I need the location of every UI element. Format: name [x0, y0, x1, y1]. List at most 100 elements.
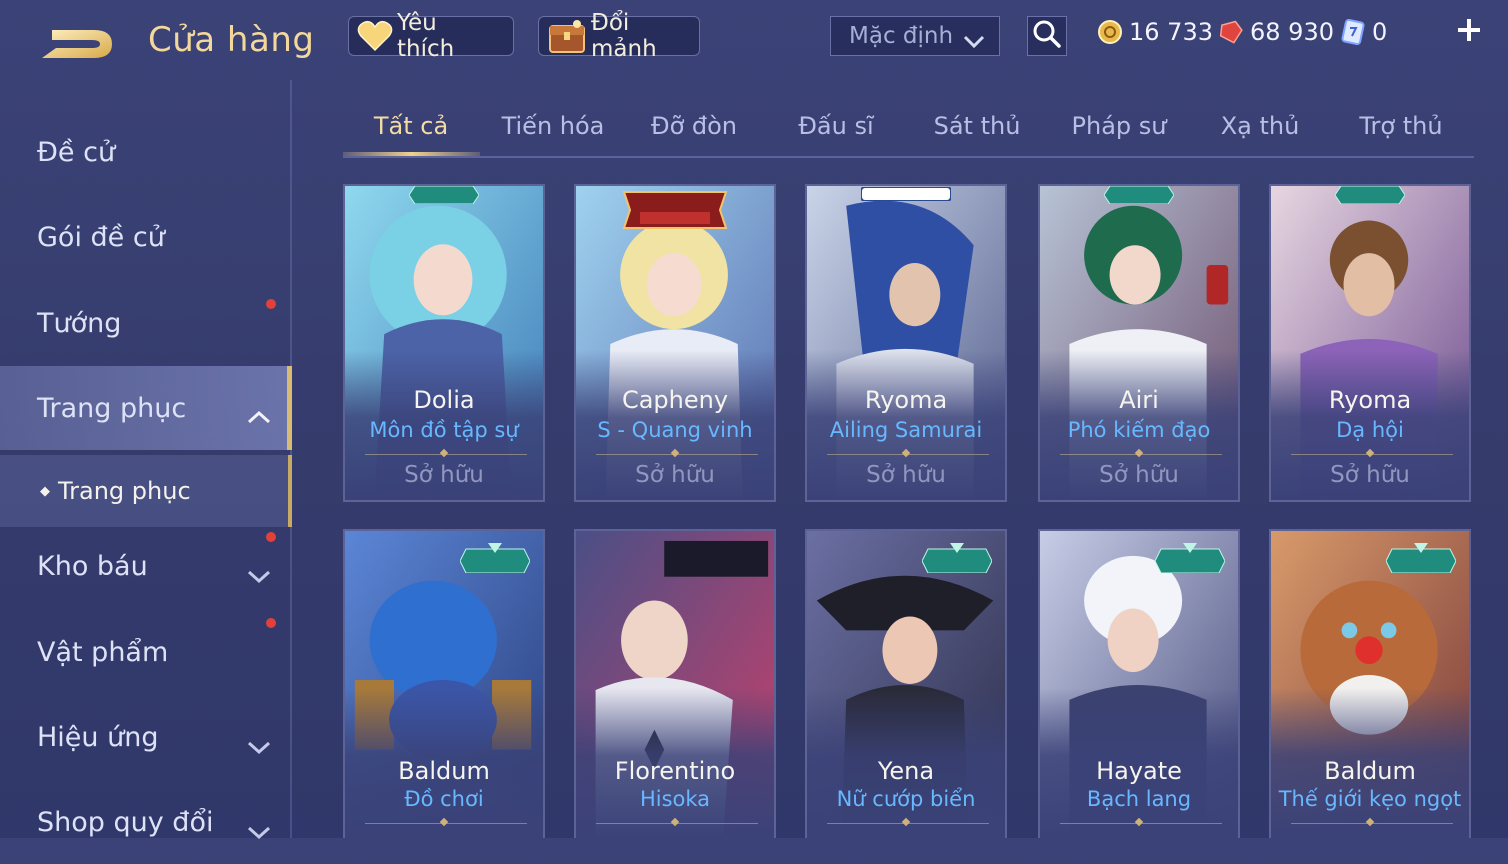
- tab-evolution[interactable]: Tiến hóa: [483, 112, 623, 140]
- active-tab-indicator: [343, 152, 480, 156]
- limited-badge: [1154, 543, 1226, 577]
- sidebar-item-label: Gói đề cử: [37, 221, 165, 253]
- sidebar: Đề cử Gói đề cử Tướng Trang phục ◆ Trang…: [0, 100, 292, 840]
- hero-name: Hayate: [1096, 757, 1182, 785]
- ticket-currency: 0: [1340, 18, 1387, 46]
- ticket-amount: 0: [1372, 18, 1388, 46]
- card-separator: [365, 823, 527, 824]
- skin-card[interactable]: Baldum Đồ chơi: [343, 529, 545, 838]
- plus-icon: [1455, 12, 1483, 53]
- notification-dot: [266, 532, 276, 542]
- exchange-shards-button[interactable]: Đổi mảnh: [538, 10, 700, 62]
- sidebar-item-heroes[interactable]: Tướng: [0, 281, 292, 365]
- card-separator: [827, 454, 989, 455]
- favorite-button[interactable]: Yêu thích: [348, 10, 514, 62]
- skin-name: Bạch lang: [1086, 787, 1192, 811]
- snk-badge: [860, 186, 952, 205]
- sidebar-subitem-skins[interactable]: ◆ Trang phục: [0, 455, 292, 527]
- card-separator: [1060, 454, 1222, 455]
- ticket-icon: [1340, 19, 1366, 45]
- card-separator: [365, 454, 527, 455]
- notification-dot: [266, 618, 276, 628]
- owned-status: Sở hữu: [635, 462, 715, 488]
- sidebar-item-label: Trang phục: [37, 392, 187, 424]
- gold-amount: 16 733: [1129, 18, 1213, 46]
- add-currency-button[interactable]: [1452, 16, 1486, 50]
- hero-name: Ryoma: [864, 386, 948, 414]
- skin-name: Thế giới kẹo ngọt: [1278, 787, 1462, 811]
- chevron-up-icon: [247, 400, 271, 431]
- diamond-bullet-icon: ◆: [40, 483, 50, 499]
- search-icon: [1032, 19, 1062, 53]
- chevron-down-icon: [247, 816, 271, 847]
- sidebar-item-label: Kho báu: [37, 550, 148, 582]
- skin-card[interactable]: Yena Nữ cướp biển: [805, 529, 1007, 838]
- sidebar-item-skins[interactable]: Trang phục: [0, 366, 292, 450]
- red-gem-icon: [1218, 19, 1244, 45]
- hero-name: Dolia: [413, 386, 475, 414]
- skin-name: Hisoka: [639, 787, 711, 811]
- hero-name: Ryoma: [1328, 386, 1412, 414]
- card-separator: [1291, 823, 1453, 824]
- sidebar-item-effects[interactable]: Hiệu ứng: [0, 695, 292, 779]
- skin-card[interactable]: Baldum Thế giới kẹo ngọt: [1269, 529, 1471, 838]
- owned-status: Sở hữu: [404, 462, 484, 488]
- sidebar-item-label: Shop quy đổi: [37, 806, 214, 838]
- card-separator: [827, 823, 989, 824]
- skin-card[interactable]: Capheny S - Quang vinh Sở hữu: [574, 184, 776, 502]
- chevron-down-icon: [247, 560, 271, 591]
- top-bar: Cửa hàng Yêu thích Đổi mảnh Mặc định 16 …: [0, 0, 1508, 80]
- role-tabs: Tất cả Tiến hóa Đỡ đòn Đấu sĩ Sát thủ Ph…: [343, 104, 1474, 158]
- back-button[interactable]: [38, 22, 116, 64]
- card-separator: [1291, 454, 1453, 455]
- sidebar-item-exchange-shop[interactable]: Shop quy đổi: [0, 780, 292, 864]
- skin-card[interactable]: Airi Phó kiếm đạo Sở hữu: [1038, 184, 1240, 502]
- skin-card[interactable]: Ryoma Dạ hội Sở hữu: [1269, 184, 1471, 502]
- skin-name: Ailing Samurai: [829, 418, 983, 442]
- page-title: Cửa hàng: [148, 20, 315, 60]
- gold-currency: 16 733: [1097, 18, 1213, 46]
- skin-card[interactable]: Hayate Bạch lang: [1038, 529, 1240, 838]
- sidebar-item-treasure[interactable]: Kho báu: [0, 524, 292, 608]
- hero-name: Capheny: [621, 386, 729, 414]
- sidebar-item-recommended-packs[interactable]: Gói đề cử: [0, 195, 292, 309]
- owned-status: Sở hữu: [1099, 462, 1179, 488]
- skin-name: Đồ chơi: [404, 787, 484, 811]
- search-button[interactable]: [1027, 16, 1067, 56]
- skin-name: Nữ cướp biển: [836, 787, 976, 811]
- skin-card[interactable]: Ryoma Ailing Samurai Sở hữu: [805, 184, 1007, 502]
- sidebar-item-label: Tướng: [37, 307, 122, 339]
- card-separator: [596, 823, 758, 824]
- owned-status: Sở hữu: [1330, 462, 1410, 488]
- tab-all[interactable]: Tất cả: [341, 112, 481, 140]
- tab-support[interactable]: Trợ thủ: [1331, 112, 1471, 140]
- limited-badge: [1385, 543, 1457, 577]
- skin-card[interactable]: Florentino Hisoka: [574, 529, 776, 838]
- tab-mage[interactable]: Pháp sư: [1049, 112, 1189, 140]
- sort-dropdown[interactable]: Mặc định: [830, 16, 1000, 56]
- skin-name: S - Quang vinh: [597, 418, 753, 442]
- hero-name: Airi: [1119, 386, 1159, 414]
- hero-name: Baldum: [398, 757, 490, 785]
- owned-status: Sở hữu: [866, 462, 946, 488]
- limited-badge: [459, 543, 531, 577]
- tab-fighter[interactable]: Đấu sĩ: [766, 112, 906, 140]
- gold-coin-icon: [1097, 19, 1123, 45]
- hero-name: Baldum: [1324, 757, 1416, 785]
- sidebar-item-recommended[interactable]: Đề cử: [0, 110, 292, 194]
- treasure-chest-icon: [547, 18, 587, 54]
- card-separator: [596, 454, 758, 455]
- favorite-label: Yêu thích: [397, 10, 455, 62]
- card-separator: [1060, 823, 1222, 824]
- skin-name: Dạ hội: [1336, 418, 1404, 442]
- skin-card[interactable]: Dolia Môn đồ tập sự Sở hữu: [343, 184, 545, 502]
- sidebar-item-items[interactable]: Vật phẩm: [0, 610, 292, 694]
- tab-assassin[interactable]: Sát thủ: [907, 112, 1047, 140]
- skin-name: Phó kiếm đạo: [1067, 418, 1211, 442]
- skin-name: Môn đồ tập sự: [369, 418, 519, 442]
- sort-label: Mặc định: [849, 23, 954, 49]
- tab-tank[interactable]: Đỡ đòn: [624, 112, 764, 140]
- chevron-down-icon: [247, 731, 271, 762]
- voucher-amount: 68 930: [1250, 18, 1334, 46]
- tab-marksman[interactable]: Xạ thủ: [1190, 112, 1330, 140]
